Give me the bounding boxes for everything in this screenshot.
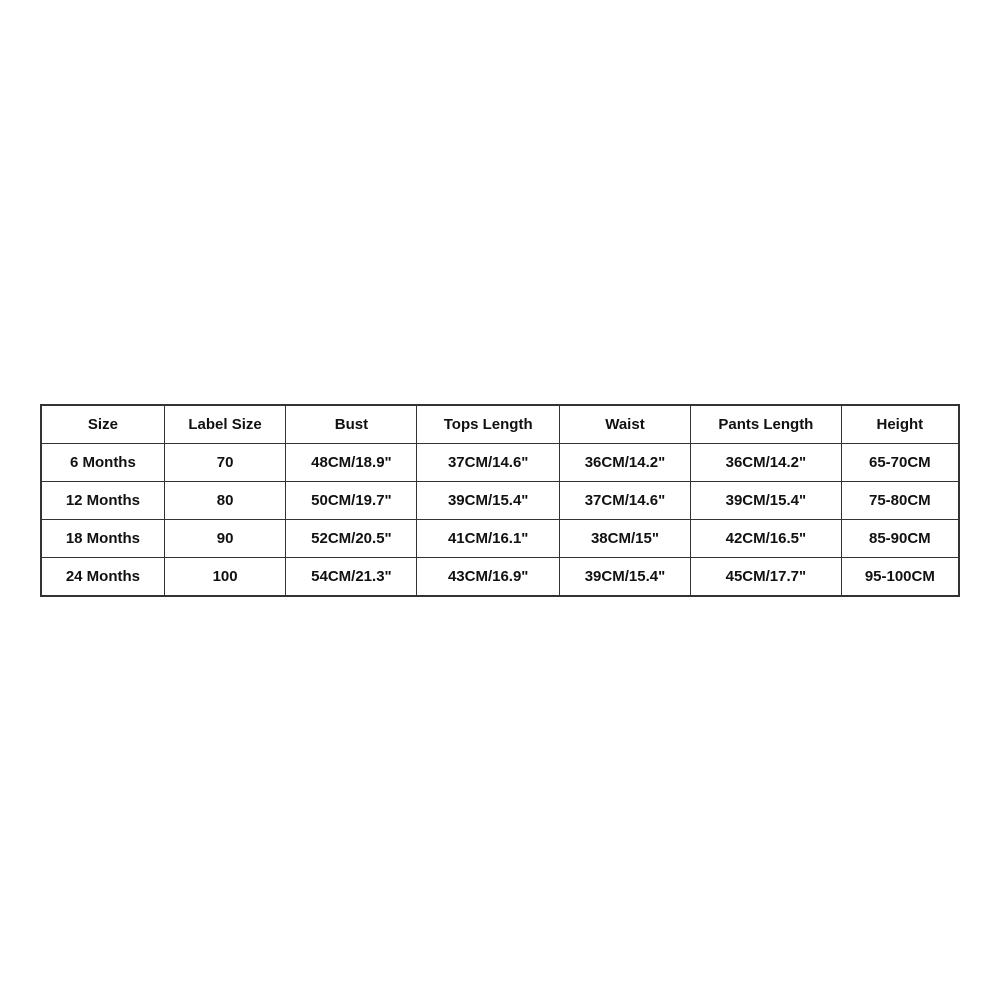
- cell-height: 65-70CM: [841, 443, 959, 481]
- cell-size: 24 Months: [41, 557, 164, 596]
- cell-pants-length: 42CM/16.5": [691, 519, 842, 557]
- size-chart-table: Size Label Size Bust Tops Length Waist P…: [40, 404, 960, 597]
- cell-height: 95-100CM: [841, 557, 959, 596]
- cell-waist: 36CM/14.2": [559, 443, 690, 481]
- col-header-bust: Bust: [286, 405, 417, 444]
- cell-pants-length: 39CM/15.4": [691, 481, 842, 519]
- cell-tops-length: 41CM/16.1": [417, 519, 559, 557]
- size-chart-container: Size Label Size Bust Tops Length Waist P…: [40, 404, 960, 597]
- cell-tops-length: 43CM/16.9": [417, 557, 559, 596]
- table-row: 18 Months9052CM/20.5"41CM/16.1"38CM/15"4…: [41, 519, 959, 557]
- col-header-tops-length: Tops Length: [417, 405, 559, 444]
- table-row: 24 Months10054CM/21.3"43CM/16.9"39CM/15.…: [41, 557, 959, 596]
- table-row: 12 Months8050CM/19.7"39CM/15.4"37CM/14.6…: [41, 481, 959, 519]
- cell-label-size: 100: [164, 557, 286, 596]
- col-header-height: Height: [841, 405, 959, 444]
- col-header-label-size: Label Size: [164, 405, 286, 444]
- cell-label-size: 70: [164, 443, 286, 481]
- cell-tops-length: 39CM/15.4": [417, 481, 559, 519]
- table-row: 6 Months7048CM/18.9"37CM/14.6"36CM/14.2"…: [41, 443, 959, 481]
- cell-height: 85-90CM: [841, 519, 959, 557]
- cell-bust: 52CM/20.5": [286, 519, 417, 557]
- cell-waist: 38CM/15": [559, 519, 690, 557]
- col-header-size: Size: [41, 405, 164, 444]
- cell-waist: 39CM/15.4": [559, 557, 690, 596]
- cell-size: 12 Months: [41, 481, 164, 519]
- cell-waist: 37CM/14.6": [559, 481, 690, 519]
- cell-size: 6 Months: [41, 443, 164, 481]
- cell-size: 18 Months: [41, 519, 164, 557]
- col-header-waist: Waist: [559, 405, 690, 444]
- cell-bust: 50CM/19.7": [286, 481, 417, 519]
- cell-bust: 48CM/18.9": [286, 443, 417, 481]
- cell-pants-length: 36CM/14.2": [691, 443, 842, 481]
- cell-height: 75-80CM: [841, 481, 959, 519]
- cell-pants-length: 45CM/17.7": [691, 557, 842, 596]
- cell-bust: 54CM/21.3": [286, 557, 417, 596]
- cell-label-size: 80: [164, 481, 286, 519]
- table-header-row: Size Label Size Bust Tops Length Waist P…: [41, 405, 959, 444]
- cell-label-size: 90: [164, 519, 286, 557]
- cell-tops-length: 37CM/14.6": [417, 443, 559, 481]
- col-header-pants-length: Pants Length: [691, 405, 842, 444]
